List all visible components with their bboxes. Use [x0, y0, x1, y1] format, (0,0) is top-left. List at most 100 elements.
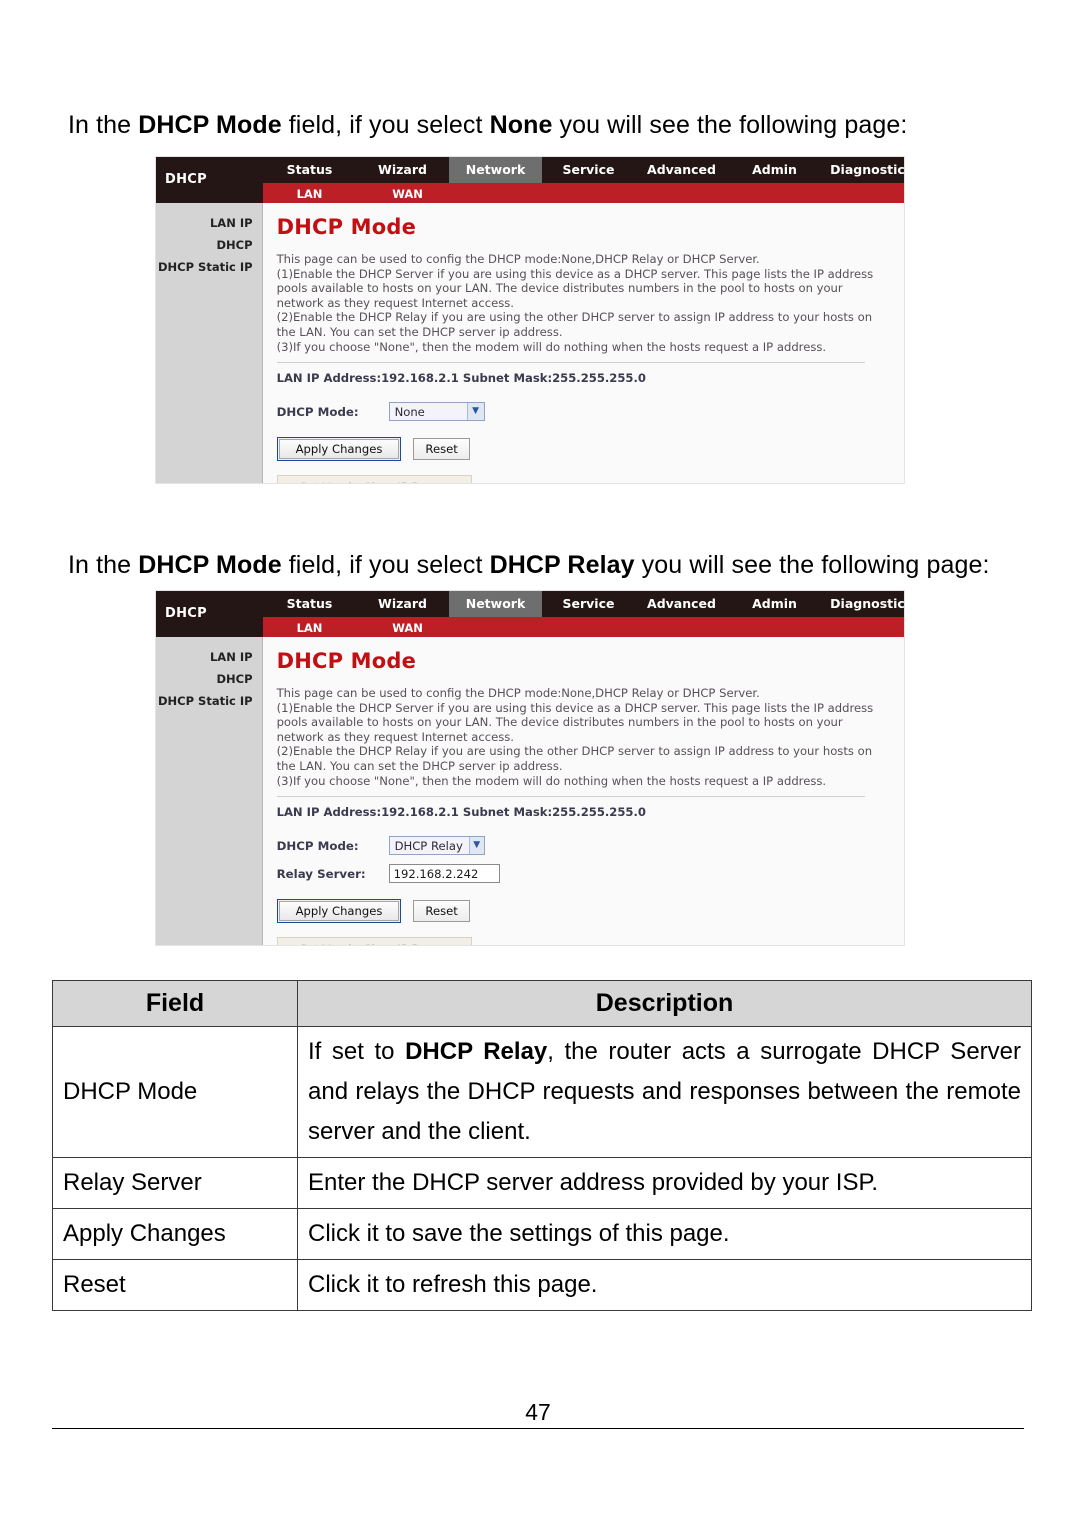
table-row: Apply Changes Click it to save the setti… — [52, 1208, 1032, 1260]
field-name-reset: Reset — [52, 1259, 298, 1311]
dhcp-mode-select-value-relay: DHCP Relay — [394, 838, 463, 853]
footer-rule — [52, 1428, 1024, 1429]
apply-changes-button-none[interactable]: Apply Changes — [276, 437, 402, 462]
desc-pre-text: If set to — [308, 1038, 406, 1065]
lan-ip-summary-relay: LAN IP Address:192.168.2.1 Subnet Mask:2… — [276, 805, 646, 820]
intro-none-text-3: you will see the following page: — [552, 111, 908, 139]
field-desc-relay-server: Enter the DHCP server address provided b… — [297, 1157, 1032, 1209]
relay-server-input[interactable] — [388, 864, 500, 884]
dhcp-mode-select-relay[interactable]: DHCP Relay ▼ — [388, 836, 485, 856]
sidebar-item-lan-ip-relay[interactable]: LAN IP — [156, 646, 262, 668]
dhcp-mode-row-none: DHCP Mode: None ▼ — [276, 402, 890, 422]
field-name-apply-changes: Apply Changes — [52, 1208, 298, 1260]
nav-tab-service[interactable]: Service — [542, 157, 635, 183]
sub-nav-tab-lan-relay[interactable]: LAN — [263, 618, 356, 638]
main-nav-relay: Status Wizard Network Service Advanced A… — [263, 591, 904, 617]
main-nav-none: Status Wizard Network Service Advanced A… — [263, 157, 904, 183]
nav-tab-diagnostic[interactable]: Diagnostic — [821, 157, 904, 183]
lan-ip-summary-none: LAN IP Address:192.168.2.1 Subnet Mask:2… — [276, 371, 646, 386]
sub-nav-tab-lan[interactable]: LAN — [263, 184, 356, 204]
nav-tab-status-relay[interactable]: Status — [263, 591, 356, 617]
sub-nav-none: LAN WAN — [263, 183, 904, 203]
field-description-table: Field Description DHCP Mode If set to DH… — [52, 980, 1032, 1311]
table-row: DHCP Mode If set to DHCP Relay, the rout… — [52, 1026, 1032, 1158]
nav-tab-advanced[interactable]: Advanced — [635, 157, 728, 183]
router-brand-logo: DHCP — [165, 172, 207, 187]
chevron-down-icon: ▼ — [468, 837, 484, 855]
page-description-none: This page can be used to config the DHCP… — [276, 252, 874, 354]
nav-tab-admin-relay[interactable]: Admin — [728, 591, 821, 617]
button-row-relay: Apply Changes Reset — [276, 899, 890, 924]
reset-button-relay[interactable]: Reset — [413, 900, 470, 923]
intro-relay-text-2: field, if you select — [281, 551, 490, 579]
intro-none-bold-1: DHCP Mode — [138, 111, 282, 139]
nav-tab-network-relay[interactable]: Network — [449, 591, 542, 617]
table-header-description: Description — [297, 980, 1032, 1027]
field-desc-apply-changes: Click it to save the settings of this pa… — [297, 1208, 1032, 1260]
router-content-none: DHCP Mode This page can be used to confi… — [262, 203, 904, 483]
router-navbar-none: DHCP Status Wizard Network Service Advan… — [156, 157, 904, 203]
router-sidebar-none: LAN IP DHCP DHCP Static IP — [156, 203, 263, 483]
sidebar-item-dhcp-static-ip-relay[interactable]: DHCP Static IP — [156, 690, 262, 712]
nav-tab-advanced-relay[interactable]: Advanced — [635, 591, 728, 617]
intro-none-bold-2: None — [489, 111, 553, 139]
page-title-relay: DHCP Mode — [276, 649, 417, 673]
page-description-relay: This page can be used to config the DHCP… — [276, 686, 874, 788]
intro-paragraph-relay: In the DHCP Mode field, if you select DH… — [68, 545, 1016, 586]
dhcp-mode-row-relay: DHCP Mode: DHCP Relay ▼ — [276, 836, 890, 856]
nav-tab-admin[interactable]: Admin — [728, 157, 821, 183]
sidebar-item-dhcp[interactable]: DHCP — [156, 234, 262, 256]
dhcp-mode-label-relay: DHCP Mode: — [276, 838, 359, 853]
sub-nav-tab-wan[interactable]: WAN — [361, 184, 454, 204]
router-screenshot-none: DHCP Status Wizard Network Service Advan… — [155, 156, 905, 484]
relay-server-label: Relay Server: — [276, 866, 366, 881]
field-name-dhcp-mode: DHCP Mode — [52, 1026, 298, 1158]
router-sidebar-relay: LAN IP DHCP DHCP Static IP — [156, 637, 263, 945]
intro-relay-bold-2: DHCP Relay — [489, 551, 635, 579]
nav-tab-wizard[interactable]: Wizard — [356, 157, 449, 183]
chevron-down-icon: ▼ — [466, 403, 484, 421]
intro-none-text-2: field, if you select — [281, 111, 490, 139]
dhcp-mode-select-value-none: None — [394, 404, 425, 419]
relay-server-row: Relay Server: — [276, 864, 890, 884]
sub-nav-tab-wan-relay[interactable]: WAN — [361, 618, 454, 638]
table-row: Relay Server Enter the DHCP server addre… — [52, 1157, 1032, 1209]
page-title-none: DHCP Mode — [276, 215, 417, 239]
intro-relay-text-3: you will see the following page: — [634, 551, 990, 579]
nav-tab-service-relay[interactable]: Service — [542, 591, 635, 617]
reset-button-none[interactable]: Reset — [413, 438, 470, 461]
router-body-none: LAN IP DHCP DHCP Static IP DHCP Mode Thi… — [156, 203, 904, 483]
sub-nav-relay: LAN WAN — [263, 617, 904, 637]
sidebar-item-dhcp-relay[interactable]: DHCP — [156, 668, 262, 690]
intro-relay-text-1: In the — [68, 551, 139, 579]
dhcp-mode-select-none[interactable]: None ▼ — [388, 402, 485, 422]
field-desc-reset: Click it to refresh this page. — [297, 1259, 1032, 1311]
intro-paragraph-none: In the DHCP Mode field, if you select No… — [68, 105, 1016, 146]
set-vendorclass-ip-range-button-relay: Set VendorClass IP Range — [276, 937, 472, 945]
sidebar-item-dhcp-static-ip[interactable]: DHCP Static IP — [156, 256, 262, 278]
apply-changes-button-relay[interactable]: Apply Changes — [276, 899, 402, 924]
content-divider-none — [276, 362, 866, 364]
sidebar-item-lan-ip[interactable]: LAN IP — [156, 212, 262, 234]
router-body-relay: LAN IP DHCP DHCP Static IP DHCP Mode Thi… — [156, 637, 904, 945]
page-number: 47 — [525, 1399, 551, 1425]
table-row: Reset Click it to refresh this page. — [52, 1259, 1032, 1311]
button-row-none: Apply Changes Reset — [276, 437, 890, 462]
nav-tab-wizard-relay[interactable]: Wizard — [356, 591, 449, 617]
field-desc-dhcp-mode: If set to DHCP Relay, the router acts a … — [297, 1026, 1032, 1158]
dhcp-mode-label-none: DHCP Mode: — [276, 404, 359, 419]
apply-changes-label-none: Apply Changes — [278, 439, 400, 460]
table-header-field: Field — [52, 980, 298, 1027]
router-content-relay: DHCP Mode This page can be used to confi… — [262, 637, 904, 945]
nav-tab-diagnostic-relay[interactable]: Diagnostic — [821, 591, 904, 617]
field-name-relay-server: Relay Server — [52, 1157, 298, 1209]
router-navbar-relay: DHCP Status Wizard Network Service Advan… — [156, 591, 904, 637]
apply-changes-label-relay: Apply Changes — [278, 901, 400, 922]
nav-tab-network[interactable]: Network — [449, 157, 542, 183]
content-divider-relay — [276, 796, 866, 798]
table-header-row: Field Description — [52, 980, 1032, 1027]
intro-none-text-1: In the — [68, 111, 139, 139]
set-vendorclass-ip-range-button-none: Set VendorClass IP Range — [276, 475, 472, 483]
desc-bold-text: DHCP Relay — [405, 1038, 548, 1065]
nav-tab-status[interactable]: Status — [263, 157, 356, 183]
